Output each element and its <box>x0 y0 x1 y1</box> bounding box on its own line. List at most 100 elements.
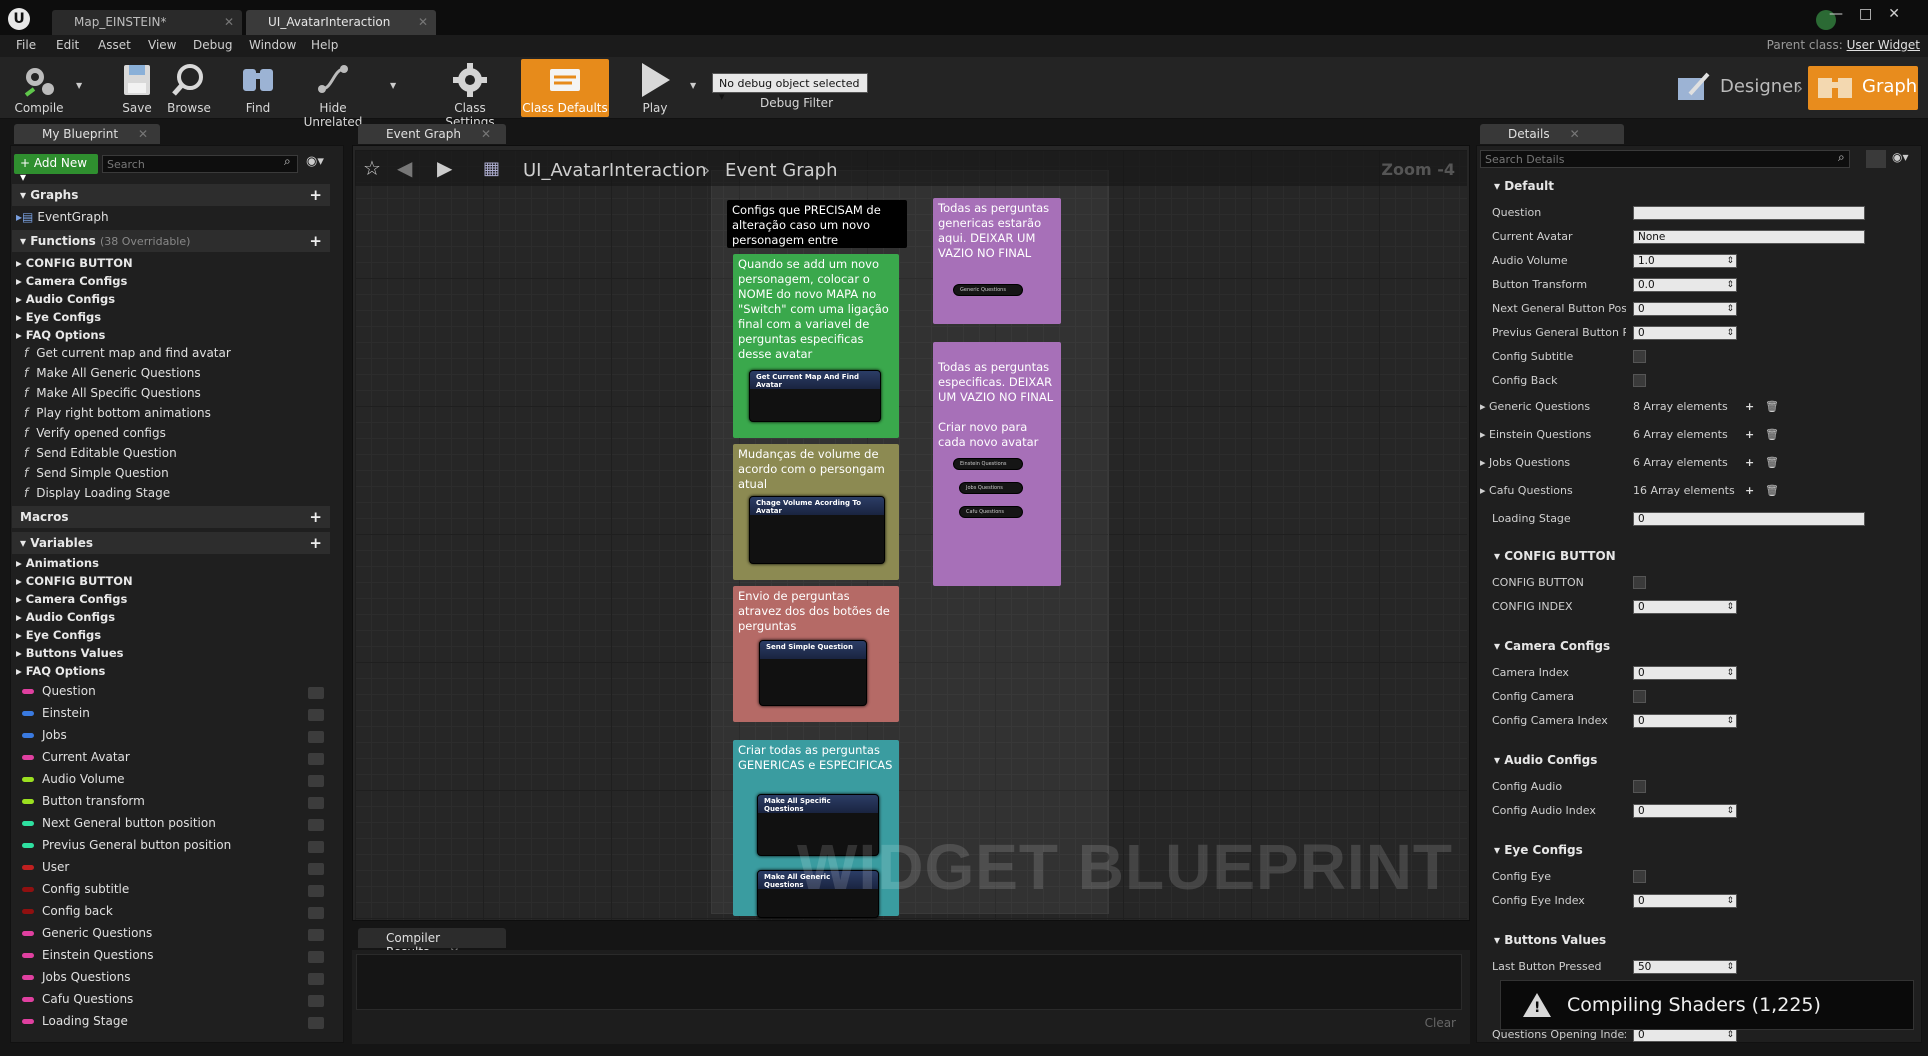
add-element-icon[interactable]: + <box>1745 428 1754 441</box>
config-eye-checkbox[interactable] <box>1633 870 1646 883</box>
config-subtitle-checkbox[interactable] <box>1633 350 1646 363</box>
camera-index-field[interactable]: 0 <box>1633 666 1737 680</box>
node-einstein-questions[interactable]: Einstein Questions <box>953 458 1023 470</box>
parent-class-link[interactable]: User Widget <box>1847 38 1920 52</box>
trash-icon[interactable]: 🗑 <box>1765 400 1779 413</box>
close-icon[interactable]: ✕ <box>418 15 428 29</box>
current-avatar-field[interactable]: None <box>1633 230 1865 244</box>
variable-category[interactable]: ▸ FAQ Options <box>16 664 105 682</box>
find-button[interactable]: Find <box>236 59 280 117</box>
variable-category[interactable]: ▸ Audio Configs <box>16 610 115 628</box>
variable-item[interactable]: Einstein <box>22 706 90 724</box>
trash-icon[interactable]: 🗑 <box>1765 484 1779 497</box>
maximize-button[interactable]: □ <box>1859 6 1888 22</box>
function-category[interactable]: ▸ Audio Configs <box>16 292 115 310</box>
add-macro-button[interactable]: + <box>309 508 322 526</box>
variable-item[interactable]: Cafu Questions <box>22 992 133 1010</box>
node-get-current-map[interactable]: Get Current Map And Find Avatar <box>749 370 881 422</box>
variable-category[interactable]: ▸ Eye Configs <box>16 628 101 646</box>
variable-visibility-icon[interactable] <box>308 775 324 787</box>
next-general-field[interactable]: 0 <box>1633 302 1737 316</box>
config-camera-index-field[interactable]: 0 <box>1633 714 1737 728</box>
close-icon[interactable]: ✕ <box>481 127 491 141</box>
comment-purple-generic[interactable]: Todas as perguntas genericas estarão aqu… <box>933 198 1061 324</box>
hide-unrelated-chevron-icon[interactable]: ▼ <box>390 81 396 90</box>
variable-item[interactable]: Jobs <box>22 728 67 746</box>
graph-mode-button[interactable]: Graph <box>1808 66 1918 110</box>
menu-asset[interactable]: Asset <box>98 38 131 52</box>
add-function-button[interactable]: + <box>309 232 322 250</box>
variable-item[interactable]: Next General button position <box>22 816 216 834</box>
function-item[interactable]: f Make All Generic Questions <box>24 366 201 384</box>
variable-category[interactable]: ▸ Camera Configs <box>16 592 127 610</box>
tab-my-blueprint[interactable]: My Blueprint ✕ <box>14 124 160 144</box>
loading-stage-field[interactable]: 0 <box>1633 512 1865 526</box>
variable-category[interactable]: ▸ CONFIG BUTTON <box>16 574 133 592</box>
tab-ui-avatar-interaction[interactable]: UI_AvatarInteraction ✕ <box>246 10 436 36</box>
config-audio-index-field[interactable]: 0 <box>1633 804 1737 818</box>
config-button-checkbox[interactable] <box>1633 576 1646 589</box>
class-settings-button[interactable]: Class Settings <box>428 59 512 129</box>
function-category[interactable]: ▸ CONFIG BUTTON <box>16 256 133 274</box>
function-item[interactable]: f Display Loading Stage <box>24 486 170 504</box>
function-category[interactable]: ▸ Eye Configs <box>16 310 101 328</box>
visibility-eye-icon[interactable]: ◉▾ <box>1892 150 1909 164</box>
compile-options-chevron-icon[interactable]: ▼ <box>76 81 82 90</box>
function-item[interactable]: f Make All Specific Questions <box>24 386 201 404</box>
details-category-buttons[interactable]: ▾ Buttons Values <box>1480 930 1912 950</box>
hide-unrelated-button[interactable]: Hide Unrelated <box>292 59 374 129</box>
browse-button[interactable]: Browse <box>164 59 214 117</box>
function-category[interactable]: ▸ Camera Configs <box>16 274 127 292</box>
button-transform-field[interactable]: 0.0 <box>1633 278 1737 292</box>
details-category-config-button[interactable]: ▾ CONFIG BUTTON <box>1480 546 1912 566</box>
node-change-volume[interactable]: Chage Volume Acording To Avatar <box>749 496 885 564</box>
variable-item[interactable]: Generic Questions <box>22 926 152 944</box>
functions-header[interactable]: ▾ Functions (38 Overridable) + <box>12 230 330 252</box>
node-jobs-questions[interactable]: Jobs Questions <box>959 482 1023 494</box>
variable-visibility-icon[interactable] <box>308 973 324 985</box>
config-index-field[interactable]: 0 <box>1633 600 1737 614</box>
function-item[interactable]: f Verify opened configs <box>24 426 166 444</box>
variable-item[interactable]: Einstein Questions <box>22 948 154 966</box>
variable-visibility-icon[interactable] <box>308 819 324 831</box>
menu-edit[interactable]: Edit <box>56 38 79 52</box>
variable-item[interactable]: Config subtitle <box>22 882 129 900</box>
variable-category[interactable]: ▸ Buttons Values <box>16 646 123 664</box>
variable-visibility-icon[interactable] <box>308 797 324 809</box>
save-button[interactable]: Save <box>116 59 158 117</box>
add-element-icon[interactable]: + <box>1745 484 1754 497</box>
variable-category[interactable]: ▸ Animations <box>16 556 99 574</box>
add-new-button[interactable]: + Add New ▾ <box>14 154 98 184</box>
variable-visibility-icon[interactable] <box>308 995 324 1007</box>
variable-item[interactable]: Question <box>22 684 96 702</box>
details-category-default[interactable]: ▾ Default <box>1480 176 1912 196</box>
debug-object-select[interactable]: No debug object selected ▾ <box>712 73 868 103</box>
menu-help[interactable]: Help <box>311 38 338 52</box>
tab-event-graph[interactable]: Event Graph ✕ <box>358 124 506 144</box>
menu-view[interactable]: View <box>148 38 176 52</box>
menu-file[interactable]: File <box>16 38 36 52</box>
blueprint-search-input[interactable]: Search <box>102 155 298 173</box>
back-arrow-icon[interactable]: ◀ <box>397 156 412 180</box>
variable-visibility-icon[interactable] <box>308 841 324 853</box>
add-graph-button[interactable]: + <box>309 186 322 204</box>
variable-item[interactable]: Jobs Questions <box>22 970 131 988</box>
array-prop-label[interactable]: ▸ Jobs Questions <box>1480 456 1614 469</box>
function-category[interactable]: ▸ FAQ Options <box>16 328 105 346</box>
question-field[interactable] <box>1633 206 1865 220</box>
variable-visibility-icon[interactable] <box>308 951 324 963</box>
variables-header[interactable]: ▾ Variables + <box>12 532 330 554</box>
variable-visibility-icon[interactable] <box>308 929 324 941</box>
favorite-star-icon[interactable]: ☆ <box>363 156 381 180</box>
class-defaults-button[interactable]: Class Defaults <box>521 59 609 117</box>
variable-item[interactable]: User <box>22 860 69 878</box>
config-audio-checkbox[interactable] <box>1633 780 1646 793</box>
add-element-icon[interactable]: + <box>1745 456 1754 469</box>
details-category-eye[interactable]: ▾ Eye Configs <box>1480 840 1912 860</box>
variable-visibility-icon[interactable] <box>308 907 324 919</box>
property-matrix-icon[interactable] <box>1866 150 1886 168</box>
variable-visibility-icon[interactable] <box>308 753 324 765</box>
variable-item[interactable]: Config back <box>22 904 113 922</box>
variable-visibility-icon[interactable] <box>308 709 324 721</box>
config-back-checkbox[interactable] <box>1633 374 1646 387</box>
